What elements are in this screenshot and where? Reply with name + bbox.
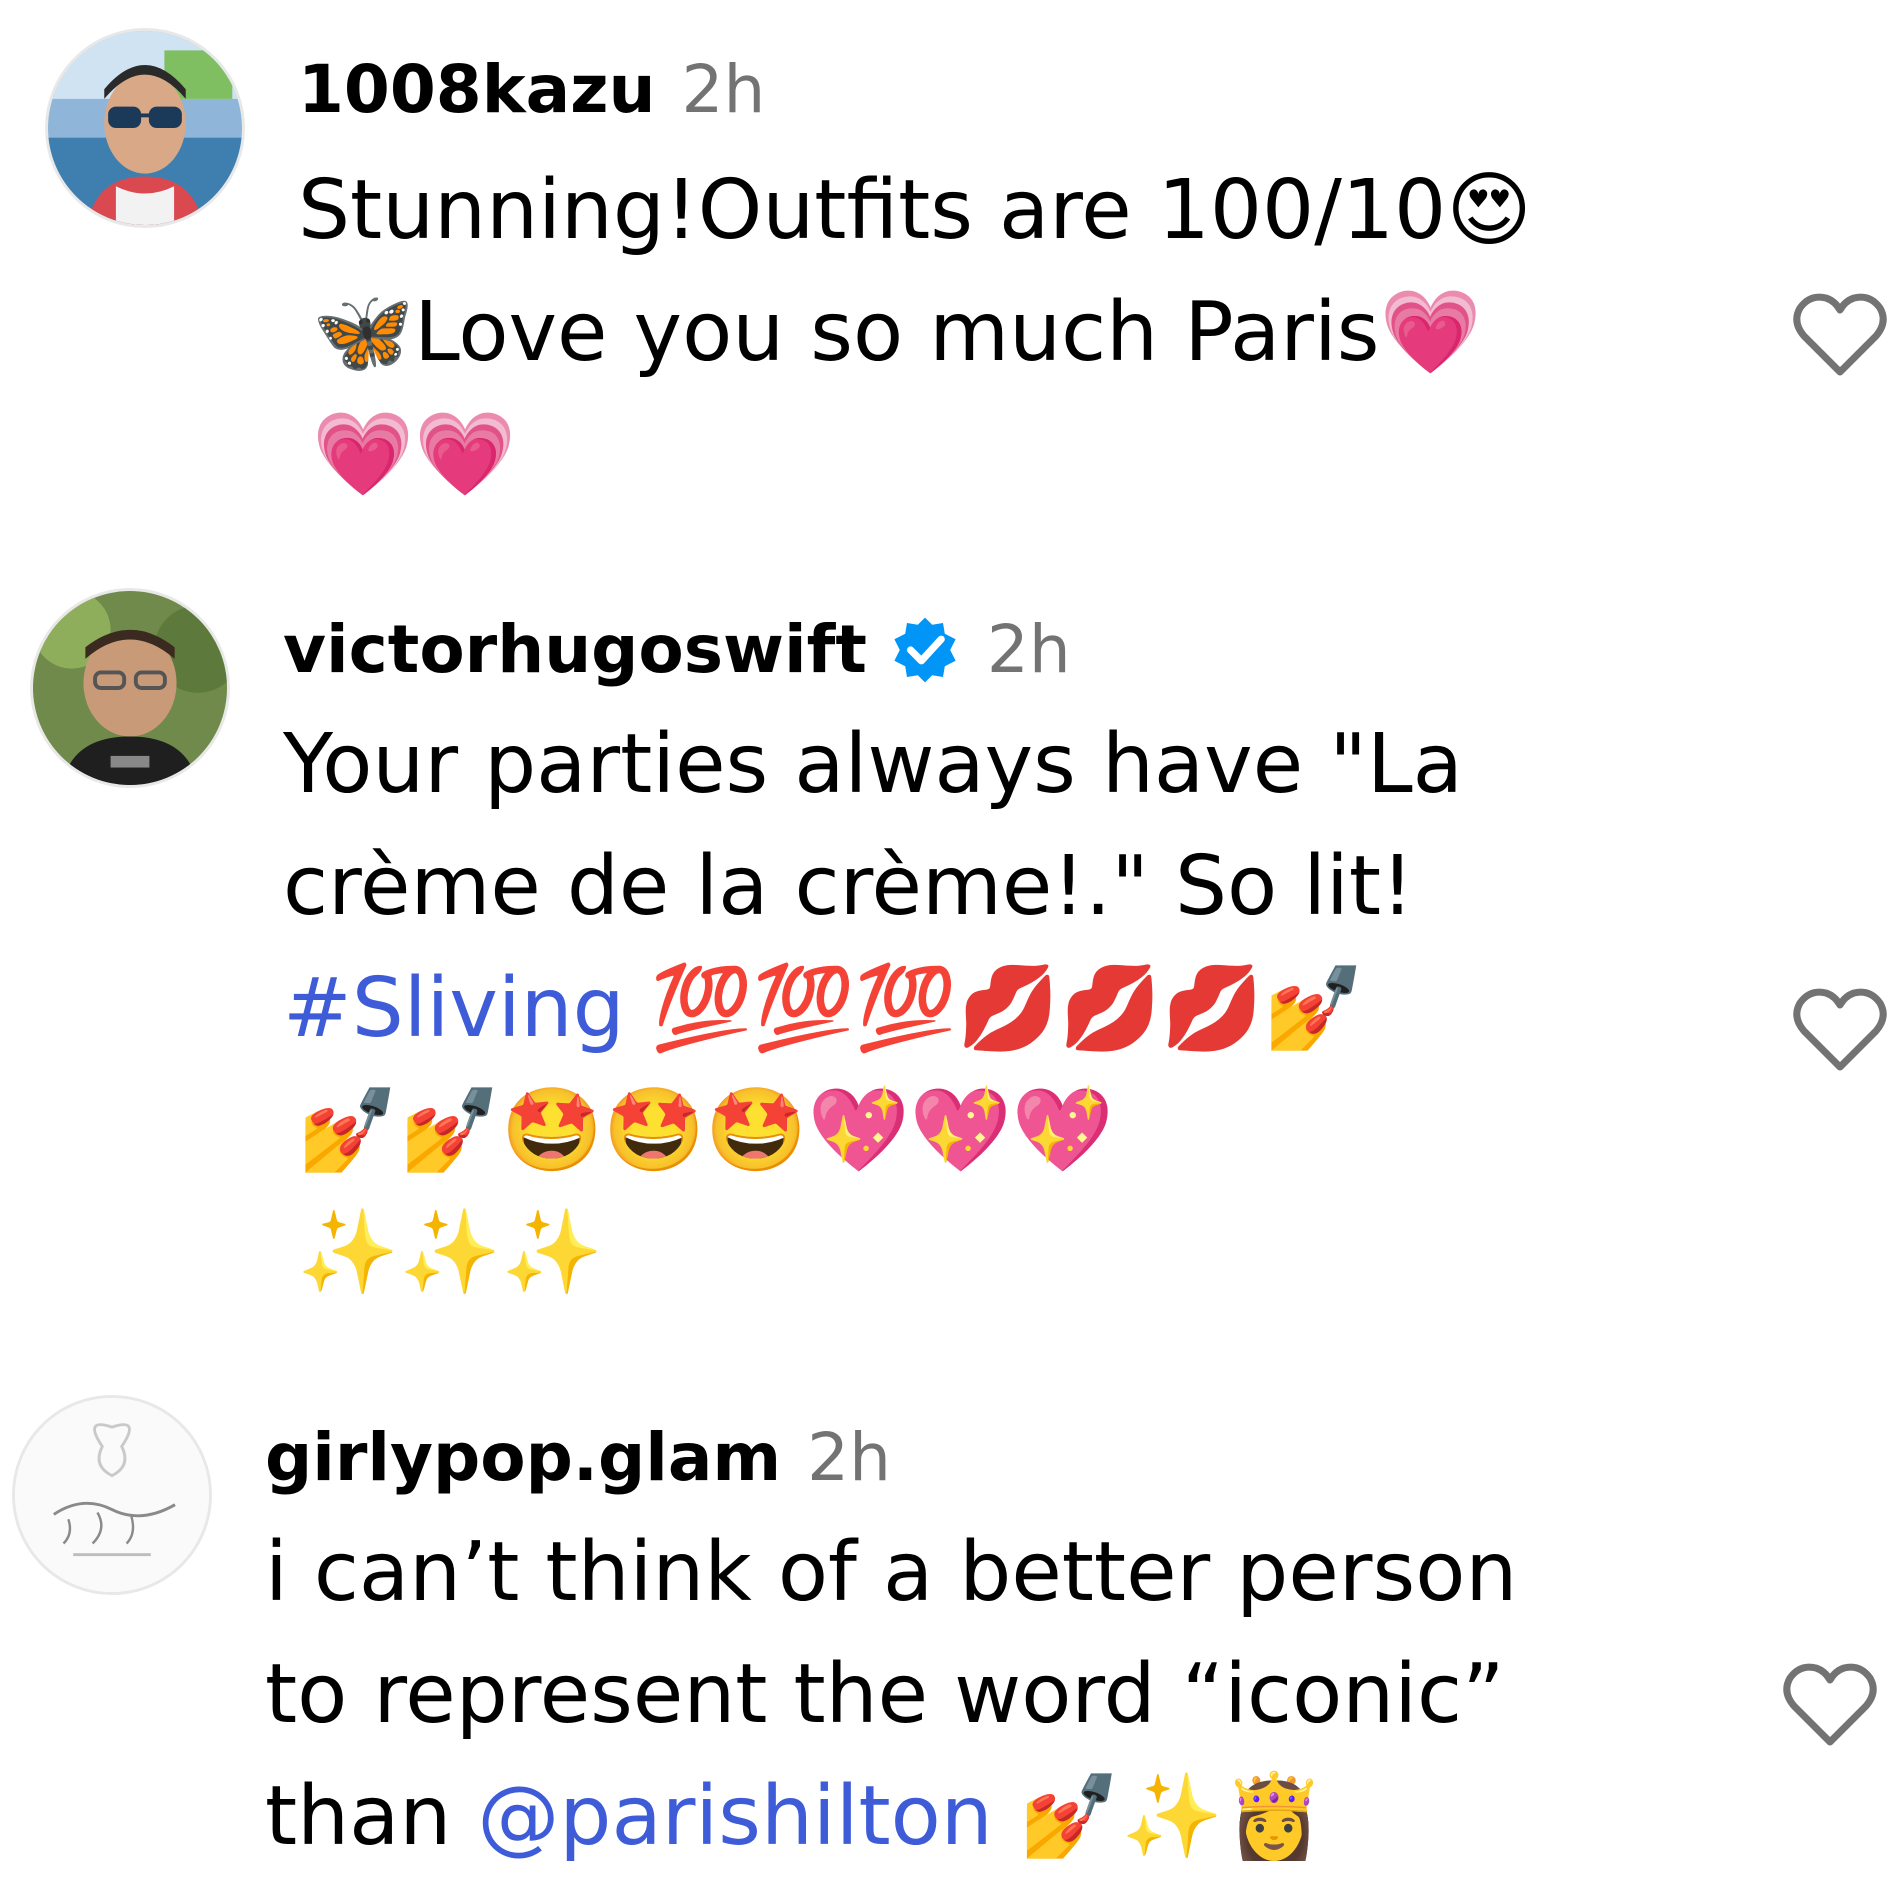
comment-header: 1008kazu 2h — [298, 50, 1532, 130]
heart-outline-icon — [1793, 988, 1887, 1071]
username[interactable]: 1008kazu — [298, 50, 656, 130]
comment-line: Stunning!Outfits are 100/10😍 — [298, 163, 1532, 258]
comment-text: Stunning!Outfits are 100/10😍 🦋Love you s… — [298, 150, 1532, 516]
timestamp[interactable]: 2h — [987, 610, 1071, 690]
comment-text: Your parties always have "La crème de la… — [283, 704, 1463, 1314]
comment-line: 💅💅🤩🤩🤩💖💖💖 — [297, 1083, 1114, 1178]
comment-line: than @parishilton 💅✨👸 — [265, 1756, 1517, 1878]
comment-line: ✨✨✨ — [297, 1205, 604, 1300]
emoji-group: 💯💯💯💋💋💋💅 — [650, 961, 1366, 1056]
comment-word: than — [265, 1769, 478, 1864]
timestamp[interactable]: 2h — [682, 50, 766, 130]
emoji-group: 💅✨👸 — [1018, 1769, 1326, 1864]
heart-outline-icon — [1783, 1663, 1877, 1746]
comment-header: girlypop.glam 2h — [265, 1418, 1517, 1498]
comment-line: Your parties always have "La — [283, 717, 1463, 812]
avatar[interactable] — [12, 1395, 212, 1595]
avatar[interactable] — [30, 588, 230, 788]
comment-line: crème de la crème!." So lit! — [283, 839, 1414, 934]
timestamp[interactable]: 2h — [807, 1418, 891, 1498]
comment-line: #Sliving 💯💯💯💋💋💋💅 — [283, 948, 1463, 1070]
hashtag-link[interactable]: #Sliving — [283, 961, 625, 1056]
comment-header: victorhugoswift 2h — [283, 610, 1463, 690]
comment-line: to represent the word “iconic” — [265, 1647, 1505, 1742]
like-button[interactable] — [1780, 1660, 1880, 1750]
like-button[interactable] — [1790, 985, 1890, 1075]
comment-line: i can’t think of a better person — [265, 1525, 1518, 1620]
verified-badge-icon — [889, 614, 961, 686]
heart-outline-icon — [1793, 293, 1887, 376]
mention-link[interactable]: @parishilton — [477, 1769, 992, 1864]
comment-line: 💗💗 — [312, 407, 517, 502]
username[interactable]: girlypop.glam — [265, 1418, 781, 1498]
comment-line: 🦋Love you so much Paris💗 — [312, 285, 1482, 380]
avatar[interactable] — [45, 28, 245, 228]
comment-text: i can’t think of a better person to repr… — [265, 1512, 1517, 1878]
like-button[interactable] — [1790, 290, 1890, 380]
username[interactable]: victorhugoswift — [283, 610, 867, 690]
